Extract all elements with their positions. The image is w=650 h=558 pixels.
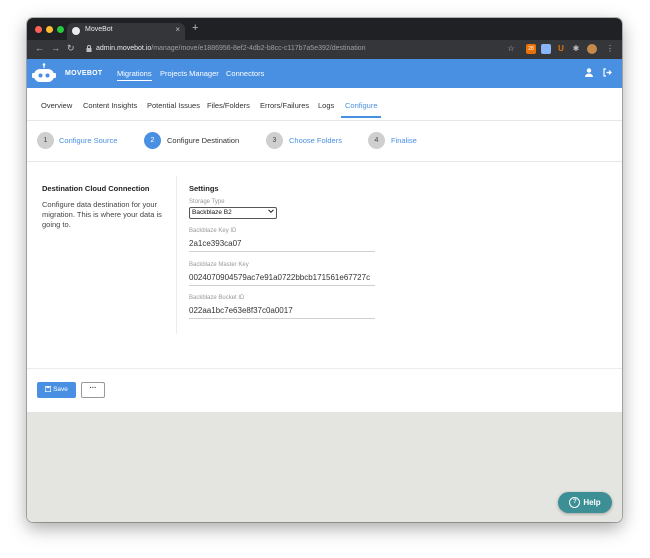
bookmark-star-icon[interactable]: ☆ [506, 44, 516, 54]
calendar-extension-icon[interactable]: 28 [526, 44, 536, 54]
u-extension-icon[interactable]: U [556, 44, 566, 54]
nav-projects-manager[interactable]: Projects Manager [160, 69, 219, 78]
logout-icon[interactable] [603, 68, 612, 79]
step-2-circle[interactable]: 2 [144, 132, 161, 149]
puzzle-extensions-icon[interactable]: ✱ [571, 44, 581, 54]
new-tab-button[interactable]: + [192, 22, 198, 34]
url-host: admin.movebot.io [96, 45, 152, 52]
bucket-id-label: Backblaze Bucket ID [189, 295, 245, 301]
step-4-label[interactable]: Finalise [391, 136, 417, 145]
brand-name: MOVEBOT [65, 70, 103, 77]
grid-extension-icon[interactable] [541, 44, 551, 54]
help-button-label: Help [583, 498, 601, 507]
key-id-label: Backblaze Key ID [189, 228, 237, 234]
help-button[interactable]: ? Help [558, 492, 612, 513]
storage-type-label: Storage Type [189, 199, 225, 205]
lock-icon [86, 45, 92, 54]
browser-menu-icon[interactable]: ⋮ [605, 44, 615, 54]
minimize-window-button[interactable] [46, 26, 53, 33]
reload-icon[interactable]: ↻ [67, 43, 75, 54]
tab-errors-failures[interactable]: Errors/Failures [260, 101, 309, 110]
configuration-stepper: 1 Configure Source 2 Configure Destinati… [27, 121, 622, 162]
browser-window: MoveBot × + ← → ↻ admin.movebot.io/manag… [27, 18, 622, 522]
close-window-button[interactable] [35, 26, 42, 33]
browser-titlebar: MoveBot × + [27, 18, 622, 40]
tab-potential-issues[interactable]: Potential Issues [147, 101, 200, 110]
storage-type-value: Backblaze B2 [192, 209, 232, 216]
master-key-label: Backblaze Master Key [189, 262, 249, 268]
save-button[interactable]: Save [37, 382, 76, 398]
page-footer-area [27, 412, 622, 522]
sub-navigation: Overview Content Insights Potential Issu… [27, 88, 622, 121]
storage-type-select[interactable]: Backblaze B2 [189, 207, 277, 219]
save-button-label: Save [53, 386, 68, 393]
address-bar: ← → ↻ admin.movebot.io/manage/move/e1886… [27, 40, 622, 59]
destination-section-title: Destination Cloud Connection [42, 184, 150, 193]
browser-tab[interactable]: MoveBot × [67, 23, 185, 40]
tab-files-folders[interactable]: Files/Folders [207, 101, 250, 110]
url-field[interactable]: admin.movebot.io/manage/move/e1886956-8e… [96, 45, 366, 52]
maximize-window-button[interactable] [57, 26, 64, 33]
column-divider [176, 176, 177, 334]
tab-logs[interactable]: Logs [318, 101, 334, 110]
forward-icon[interactable]: → [51, 43, 60, 53]
app-header: MOVEBOT Migrations Projects Manager Conn… [27, 59, 622, 88]
chevron-down-icon [268, 208, 274, 218]
step-3-label[interactable]: Choose Folders [289, 136, 342, 145]
question-circle-icon: ? [569, 497, 581, 509]
back-icon[interactable]: ← [35, 43, 44, 53]
tab-content-insights[interactable]: Content Insights [83, 101, 137, 110]
movebot-logo-icon[interactable] [31, 63, 57, 85]
tab-configure[interactable]: Configure [345, 101, 378, 110]
user-icon[interactable] [585, 68, 593, 79]
master-key-field[interactable]: 0024070904579ac7e91a0722bbcb171561e67727… [189, 273, 375, 286]
step-2-label[interactable]: Configure Destination [167, 136, 239, 145]
tab-title: MoveBot [85, 26, 113, 33]
bucket-id-field[interactable]: 022aa1bc7e63e8f37c0a0017 [189, 306, 375, 319]
tab-overview[interactable]: Overview [41, 101, 72, 110]
key-id-field[interactable]: 2a1ce393ca07 [189, 239, 375, 252]
step-1-circle[interactable]: 1 [37, 132, 54, 149]
floppy-disk-icon [45, 386, 52, 393]
url-path: /manage/move/e1886956-8ef2-4db2-b8cc-c11… [151, 45, 366, 52]
active-tab-indicator [341, 116, 381, 118]
actions-divider [27, 368, 622, 369]
nav-migrations[interactable]: Migrations [117, 69, 152, 81]
destination-section-description: Configure data destination for your migr… [42, 200, 162, 229]
profile-avatar-icon[interactable] [587, 44, 597, 54]
tab-close-icon[interactable]: × [175, 25, 180, 34]
settings-title: Settings [189, 184, 219, 193]
step-3-circle[interactable]: 3 [266, 132, 283, 149]
more-options-button[interactable]: ··· [81, 382, 105, 398]
nav-connectors[interactable]: Connectors [226, 69, 264, 78]
step-1-label[interactable]: Configure Source [59, 136, 117, 145]
favicon-icon [72, 27, 80, 35]
step-4-circle[interactable]: 4 [368, 132, 385, 149]
